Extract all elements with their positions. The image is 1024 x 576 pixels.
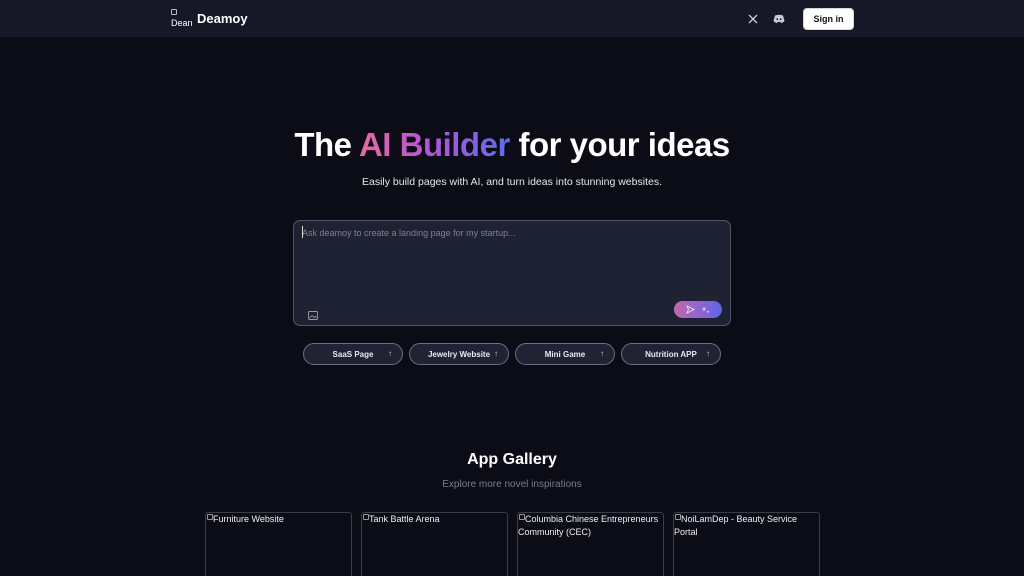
hero-subtitle: Easily build pages with AI, and turn ide… xyxy=(361,176,662,188)
hero-title-highlight: AI Builder xyxy=(358,126,510,163)
logo-alt-text: Dearr xyxy=(171,18,192,28)
chip-jewelry-website[interactable]: Jewelry Website ↑ xyxy=(409,343,509,365)
chip-saas-page[interactable]: SaaS Page ↑ xyxy=(303,343,403,365)
arrow-up-icon: ↑ xyxy=(706,349,710,358)
x-twitter-icon[interactable] xyxy=(745,11,761,27)
chip-label: SaaS Page xyxy=(332,349,374,359)
top-nav: Dearr Deamoy Sign in xyxy=(0,0,1024,37)
hero-title-before: The xyxy=(294,126,359,163)
send-button[interactable] xyxy=(674,301,722,318)
text-caret xyxy=(302,226,303,238)
arrow-up-icon: ↑ xyxy=(388,349,392,358)
logo-image: Dearr xyxy=(171,9,192,28)
card-image-alt: Furniture Website xyxy=(213,514,284,524)
arrow-up-icon: ↑ xyxy=(600,349,604,358)
image-upload-icon[interactable] xyxy=(308,307,318,320)
prompt-box xyxy=(293,220,731,326)
chip-label: Mini Game xyxy=(544,349,586,359)
gallery-subtitle: Explore more novel inspirations xyxy=(442,479,582,490)
sign-in-button[interactable]: Sign in xyxy=(803,8,854,30)
card-image-alt: NoiLamDep - Beauty Service Portal xyxy=(674,514,798,537)
gallery-card[interactable]: Columbia Chinese Entrepreneurs Community… xyxy=(517,512,664,576)
gallery-card[interactable]: Tank Battle Arena xyxy=(361,512,508,576)
gallery-title: App Gallery xyxy=(467,451,557,468)
suggestion-chips: SaaS Page ↑ Jewelry Website ↑ Mini Game … xyxy=(303,343,721,365)
card-image-alt: Tank Battle Arena xyxy=(369,514,440,524)
send-icon xyxy=(686,305,695,314)
gallery-cards: Furniture Website Tank Battle Arena Colu… xyxy=(205,512,820,576)
header-actions: Sign in xyxy=(745,8,854,30)
chip-label: Nutrition APP xyxy=(645,349,697,359)
card-image-alt: Columbia Chinese Entrepreneurs Community… xyxy=(518,514,659,537)
chip-nutrition-app[interactable]: Nutrition APP ↑ xyxy=(621,343,721,365)
hero-title-after: for your ideas xyxy=(509,126,730,163)
discord-icon[interactable] xyxy=(771,11,787,27)
logo-link[interactable]: Dearr Deamoy xyxy=(171,9,248,28)
hero-title: The AI Builder for your ideas xyxy=(0,126,1024,164)
arrow-up-icon: ↑ xyxy=(494,349,498,358)
sparkle-icon xyxy=(701,306,709,313)
brand-name: Deamoy xyxy=(197,11,248,26)
chip-mini-game[interactable]: Mini Game ↑ xyxy=(515,343,615,365)
broken-image-icon xyxy=(171,9,177,15)
gallery-card[interactable]: Furniture Website xyxy=(205,512,352,576)
prompt-input[interactable] xyxy=(302,228,722,288)
chip-label: Jewelry Website xyxy=(427,349,491,359)
gallery-card[interactable]: NoiLamDep - Beauty Service Portal xyxy=(673,512,820,576)
